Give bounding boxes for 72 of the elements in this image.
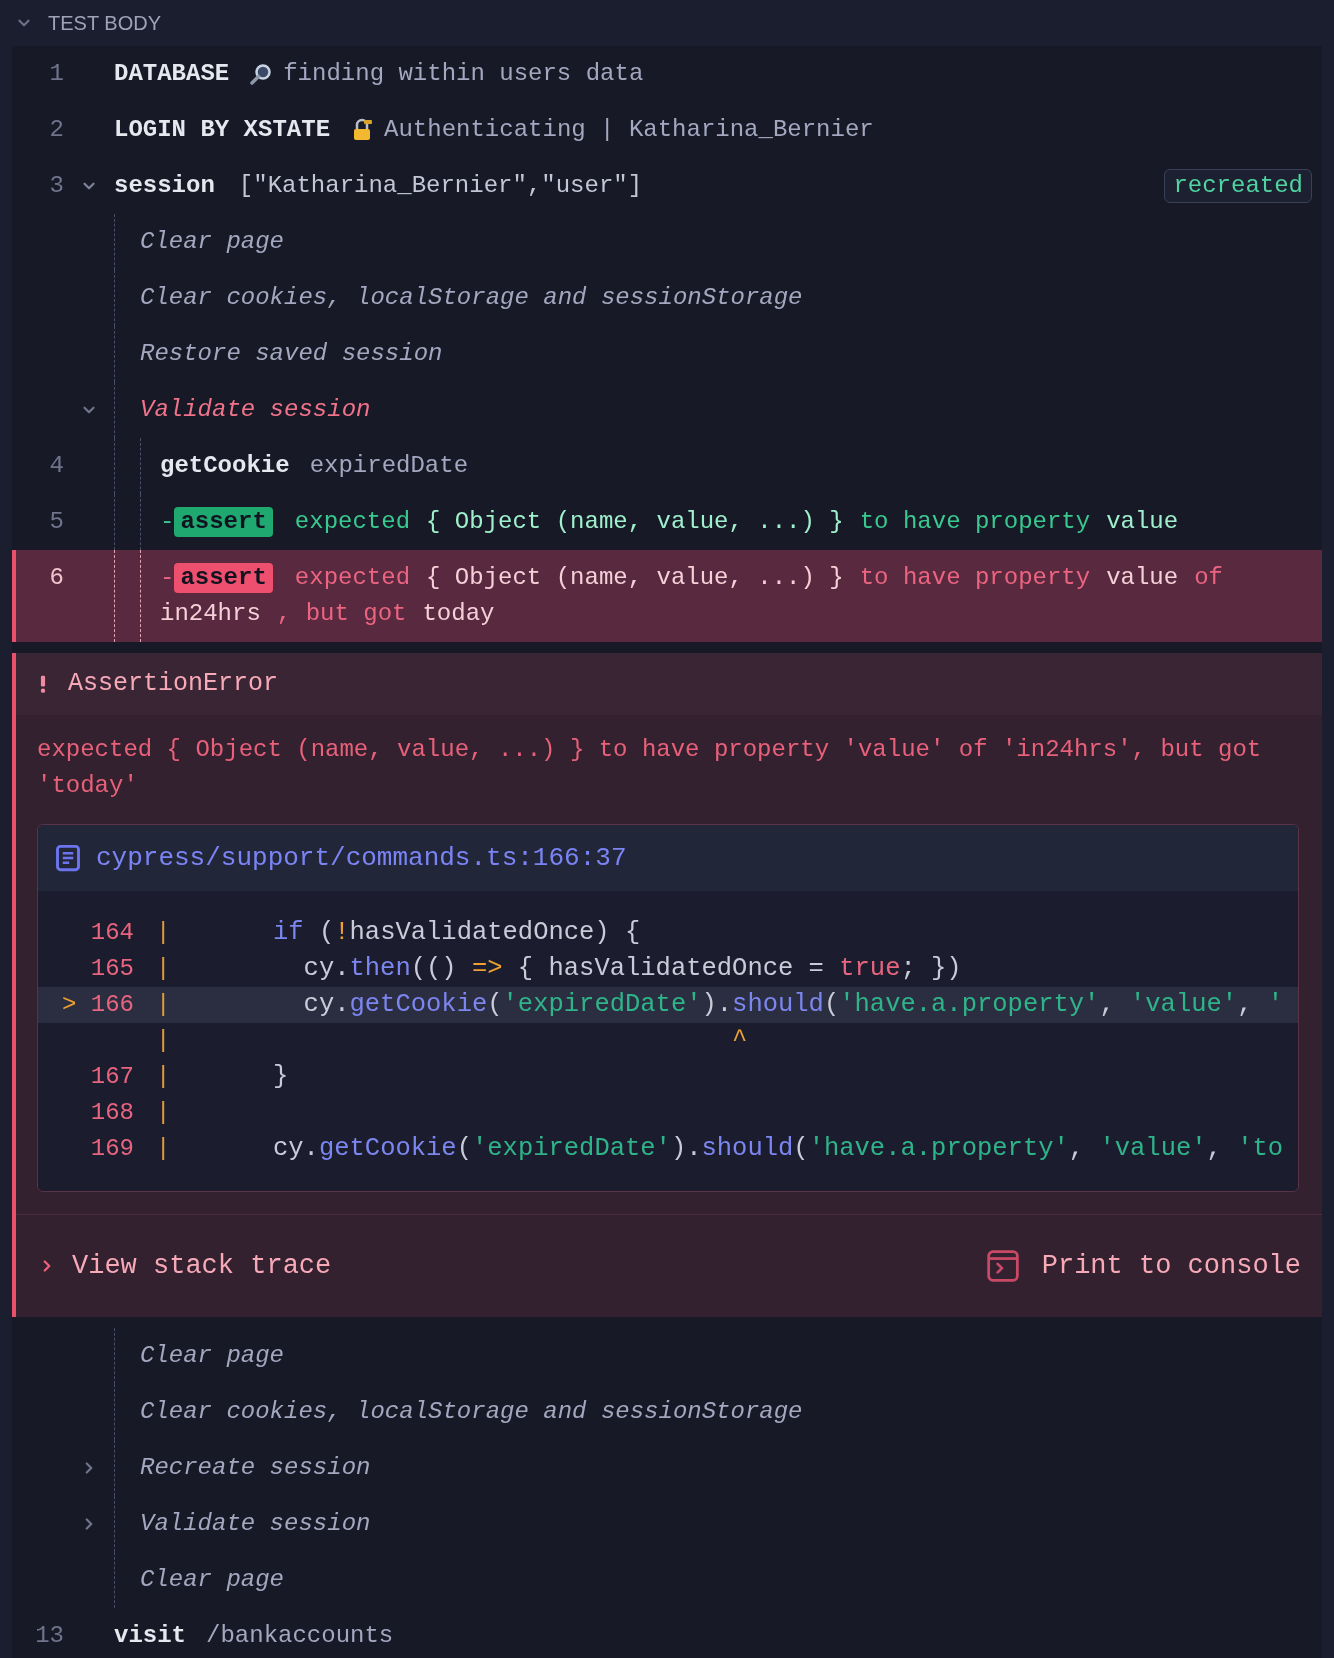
current-line-marker: > (62, 991, 77, 1018)
line-number: 166 (90, 991, 134, 1018)
step-label: Clear page (140, 228, 285, 255)
assert-value: in24hrs (160, 599, 261, 629)
step-label: Clear cookies, localStorage and sessionStorage (140, 1398, 803, 1425)
step-label: Clear cookies, localStorage and sessionStorage (140, 284, 803, 311)
console-icon[interactable] (985, 1249, 1020, 1283)
line-number: 3 (49, 172, 64, 199)
code-line: ^ (731, 1024, 748, 1057)
line-number: 164 (90, 919, 134, 946)
line-number: 13 (35, 1622, 64, 1649)
gutter-text: | (156, 1026, 170, 1056)
file-icon (54, 843, 82, 873)
exclamation-icon (38, 673, 48, 695)
session-name: session (114, 171, 215, 201)
assert-keyword: expected (294, 563, 411, 593)
command-message: finding within users data (283, 59, 644, 89)
code-line: cy.then(() => { hasValidatedOnce = true; }) (302, 952, 962, 985)
command-message: /bankaccounts (206, 1621, 394, 1651)
assert-badge: assert (174, 507, 273, 537)
command-name: LOGIN BY XSTATE (114, 115, 331, 145)
assert-keyword: to have property (859, 507, 1091, 537)
assert-value: { Object (name, value, ...) } (426, 507, 844, 537)
line-number: 2 (49, 116, 64, 143)
line-number: 167 (90, 1063, 134, 1090)
command-name: DATABASE (114, 59, 230, 89)
print-to-console-button[interactable]: Print to console (1041, 1245, 1301, 1287)
error-title: AssertionError (68, 668, 279, 701)
gutter-text: | (156, 954, 170, 984)
assert-keyword: expected (294, 507, 411, 537)
assert-value: value (1106, 563, 1179, 593)
magnifier-icon (249, 62, 274, 86)
session-args: ["Katharina_Bernier","user"] (238, 171, 643, 201)
code-line: if (!hasValidatedOnce) { (273, 916, 641, 949)
error-message: expected { Object (name, value, ...) } to have property 'value' of 'in24hrs', but got 'today' (36, 735, 1263, 801)
code-line: } (273, 1060, 289, 1093)
assert-value: { Object (name, value, ...) } (426, 563, 844, 593)
assert-dash: - (160, 507, 175, 537)
gutter-text: | (156, 1062, 170, 1092)
assert-value: today (422, 599, 495, 629)
code-line: cy.getCookie('expiredDate').should('have.a.property', 'value', 'to (273, 1132, 1284, 1165)
assert-keyword: to have property (859, 563, 1091, 593)
line-number: 6 (49, 564, 64, 591)
step-label: Clear page (140, 1566, 285, 1593)
assert-keyword: of (1194, 563, 1223, 593)
line-number: 5 (49, 508, 64, 535)
section-title: TEST BODY (48, 11, 161, 36)
step-label: Clear page (140, 1342, 285, 1369)
gutter-text: | (156, 1134, 170, 1164)
command-name: visit (114, 1621, 186, 1651)
code-line: cy.getCookie('expiredDate').should('have.a.property', 'value', ' (302, 988, 1284, 1021)
status-badge: recreated (1164, 169, 1312, 203)
command-message: expiredDate (309, 451, 469, 481)
line-number: 169 (90, 1135, 134, 1162)
stack-trace-toggle[interactable]: View stack trace (72, 1245, 332, 1287)
line-number: 168 (90, 1099, 134, 1126)
group-label[interactable]: Validate session (140, 1510, 371, 1537)
assert-dash: - (160, 563, 175, 593)
assert-value: value (1106, 507, 1179, 537)
step-label: Restore saved session (140, 340, 443, 367)
group-label[interactable]: Recreate session (140, 1454, 371, 1481)
line-number: 1 (49, 60, 64, 87)
line-number: 165 (90, 955, 134, 982)
gutter-text: | (156, 918, 170, 948)
command-name: getCookie (160, 451, 290, 481)
gutter-text: | (156, 990, 170, 1020)
gutter-text: | (156, 1098, 170, 1128)
group-label[interactable]: Validate session (140, 396, 371, 423)
assert-badge: assert (174, 563, 273, 593)
command-message: Authenticating | Katharina_Bernier (384, 115, 874, 145)
assert-keyword: , but got (276, 599, 407, 629)
line-number: 4 (49, 452, 64, 479)
